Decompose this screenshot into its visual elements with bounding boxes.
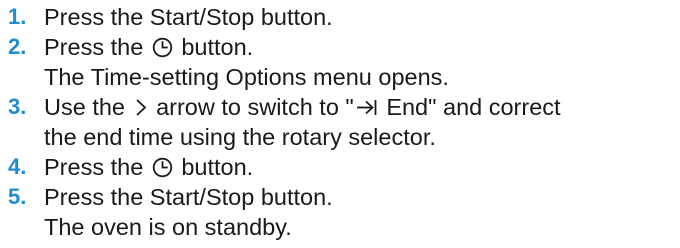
step-text: Press the Start/Stop button. bbox=[44, 184, 333, 210]
step-text: The Time-setting Options menu opens. bbox=[44, 64, 449, 90]
step-4: 4. Press the button. bbox=[8, 152, 672, 182]
step-text: The oven is on standby. bbox=[44, 214, 292, 240]
step-number: 3. bbox=[8, 94, 27, 119]
clock-icon bbox=[152, 157, 173, 178]
step-2: 2. Press the button. bbox=[8, 32, 672, 62]
step-1: 1. Press the Start/Stop button. bbox=[8, 2, 672, 32]
step-text: Press the button. bbox=[44, 154, 254, 180]
step-number: 1. bbox=[8, 4, 27, 29]
step-text: Press the button. bbox=[44, 34, 254, 60]
chevron-right-icon bbox=[134, 97, 148, 118]
step-5-result: The oven is on standby. bbox=[8, 212, 672, 242]
step-3-continued: the end time using the rotary selector. bbox=[8, 122, 672, 152]
step-number: 5. bbox=[8, 184, 27, 209]
step-number: 2. bbox=[8, 34, 27, 59]
step-text: Press the Start/Stop button. bbox=[44, 4, 333, 30]
clock-icon bbox=[152, 37, 173, 58]
step-2-result: The Time-setting Options menu opens. bbox=[8, 62, 672, 92]
step-text: the end time using the rotary selector. bbox=[44, 124, 436, 150]
step-5: 5. Press the Start/Stop button. bbox=[8, 182, 672, 212]
step-text: Use the arrow to switch to " End" and co… bbox=[44, 94, 561, 120]
arrow-to-bar-icon bbox=[356, 97, 378, 118]
instruction-steps: 1. Press the Start/Stop button. 2. Press… bbox=[8, 2, 672, 242]
step-number: 4. bbox=[8, 154, 27, 179]
step-3: 3. Use the arrow to switch to " End" and… bbox=[8, 92, 672, 122]
